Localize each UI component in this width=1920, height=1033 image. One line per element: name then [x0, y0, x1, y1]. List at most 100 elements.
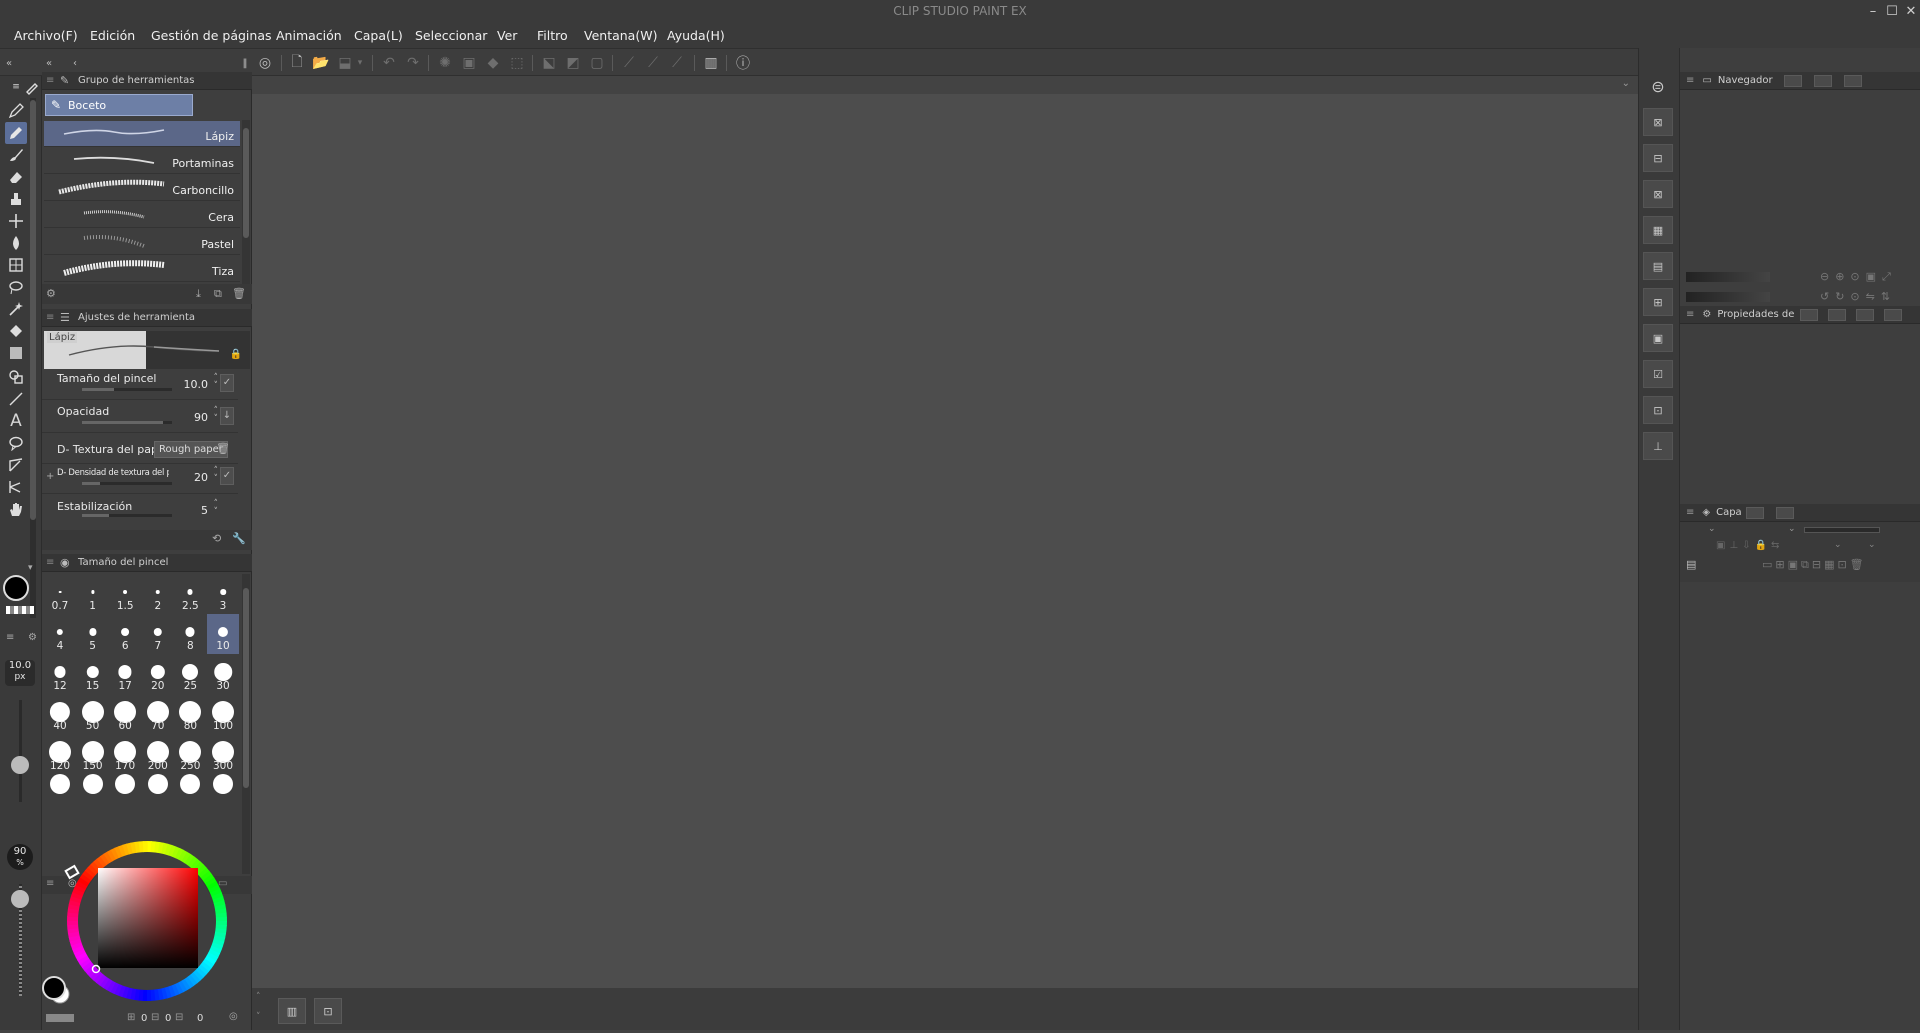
- brush-size-cell[interactable]: 200: [142, 734, 174, 774]
- brush-tool-icon[interactable]: [5, 144, 27, 166]
- brush-size-cell[interactable]: 40: [44, 694, 76, 734]
- wrench-icon[interactable]: 🔧: [232, 532, 246, 545]
- layer-lock-controls[interactable]: ▣⊥⇩🔒⇆: [1716, 540, 1783, 551]
- brush-size-cell[interactable]: 70: [142, 694, 174, 734]
- setting-value[interactable]: 90: [194, 411, 208, 424]
- menu-ventana[interactable]: Ventana(W): [584, 28, 657, 43]
- chevron-down-icon[interactable]: ⌄: [1834, 540, 1842, 550]
- brush-size-cell[interactable]: 1.5: [109, 574, 141, 614]
- brush-size-cell[interactable]: 120: [44, 734, 76, 774]
- brush-size-cell[interactable]: 80: [174, 694, 206, 734]
- info-tab-icon[interactable]: [1814, 75, 1832, 87]
- rotate-slider[interactable]: [1686, 292, 1770, 302]
- color-mode-icon[interactable]: ⊟: [175, 1012, 183, 1023]
- color-mode-icon[interactable]: ⊟: [151, 1012, 159, 1023]
- subtool-item-portaminas[interactable]: Portaminas: [44, 148, 240, 174]
- brush-size-slider-track[interactable]: [19, 700, 22, 802]
- chevron-down-icon[interactable]: ⌄: [1622, 78, 1630, 89]
- navigator-preview[interactable]: [1680, 90, 1920, 262]
- setting-slider[interactable]: [82, 421, 172, 424]
- properties-panel-header[interactable]: ≡ ⚙ Propiedades de: [1680, 306, 1920, 324]
- layer-list-toggle-icon[interactable]: ▤: [1686, 558, 1696, 571]
- subtool-item-cera[interactable]: Cera: [44, 202, 240, 228]
- line-tool-icon[interactable]: [5, 388, 27, 410]
- brush-size-cell[interactable]: 6: [109, 614, 141, 654]
- main-color-swatch[interactable]: [42, 976, 66, 1000]
- eraser-tool-icon[interactable]: [5, 166, 27, 188]
- subtool-group-tab[interactable]: ✎ Boceto: [45, 94, 193, 116]
- undo-icon[interactable]: ↶: [378, 49, 400, 77]
- brush-size-dot-icon[interactable]: [213, 774, 233, 794]
- spinner-icon[interactable]: ˄ ˅: [214, 467, 219, 484]
- show-selection-icon[interactable]: ▢: [586, 49, 608, 77]
- trash-icon[interactable]: 🗑: [216, 442, 230, 455]
- page-layout-button[interactable]: ▥: [278, 998, 306, 1024]
- page-icon[interactable]: ⊟: [1643, 144, 1673, 172]
- book-icon[interactable]: ▥: [700, 49, 722, 77]
- reset-icon[interactable]: ⟲: [212, 532, 221, 545]
- brush-size-cell[interactable]: 300: [207, 734, 239, 774]
- pressure-toggle-icon[interactable]: ✓: [220, 467, 234, 485]
- brush-size-cell[interactable]: 170: [109, 734, 141, 774]
- palette-menu-icon[interactable]: ≡: [6, 632, 14, 643]
- help-icon[interactable]: ⓘ: [732, 49, 754, 77]
- search-icon[interactable]: ⊜: [1643, 72, 1673, 100]
- subtool-item-lapiz[interactable]: Lápiz: [44, 121, 240, 147]
- opacity-slider-handle[interactable]: [11, 890, 29, 908]
- blend-tool-icon[interactable]: [5, 188, 27, 210]
- redo-icon[interactable]: ↷: [402, 49, 424, 77]
- menu-edicion[interactable]: Edición: [90, 28, 135, 43]
- spinner-icon[interactable]: ˄ ˅: [214, 500, 219, 517]
- save-icon[interactable]: ⬓: [334, 49, 356, 77]
- brush-size-slider-handle[interactable]: [11, 756, 29, 774]
- invert-selection-icon[interactable]: ◩: [562, 49, 584, 77]
- snap-special-ruler-icon[interactable]: ⟋: [642, 49, 664, 77]
- panel-menu-icon[interactable]: ≡: [1686, 507, 1694, 518]
- menu-ver[interactable]: Ver: [497, 28, 517, 43]
- collapse-left-icon[interactable]: «: [2, 49, 16, 77]
- brush-size-cell[interactable]: 8: [174, 614, 206, 654]
- fit-view-button[interactable]: ⊡: [314, 998, 342, 1024]
- menu-animacion[interactable]: Animación: [276, 28, 342, 43]
- maximize-button[interactable]: ☐: [1883, 0, 1901, 24]
- panel-menu-icon[interactable]: ≡: [1686, 75, 1694, 86]
- new-file-icon[interactable]: 🗋: [286, 49, 308, 77]
- panel-menu-icon[interactable]: ≡: [46, 554, 56, 572]
- page-settings-icon[interactable]: ▤: [1643, 252, 1673, 280]
- close-button[interactable]: ✕: [1902, 0, 1920, 24]
- layer-action-icons[interactable]: ▭⊞▣⧉⊟▦⊡🗑: [1762, 558, 1867, 572]
- page-template-icon[interactable]: ▣: [1643, 324, 1673, 352]
- text-tool-icon[interactable]: A: [5, 410, 27, 432]
- chevron-down-icon[interactable]: ⌄: [1868, 540, 1876, 550]
- setting-brush-size[interactable]: Tamaño del pincel 10.0 ˄ ˅ ✓: [42, 368, 238, 400]
- subtool-item-pastel[interactable]: Pastel: [44, 229, 240, 255]
- drop-tool-icon[interactable]: [5, 232, 27, 254]
- material-tab-icon[interactable]: [1884, 309, 1902, 321]
- subtool-settings-icon[interactable]: ⚙: [46, 287, 56, 300]
- setting-value[interactable]: 5: [201, 504, 208, 517]
- color-wheel-toggle-icon[interactable]: ◎: [229, 1011, 238, 1022]
- brush-size-cell[interactable]: 4: [44, 614, 76, 654]
- snap-grid-icon[interactable]: ⟋: [666, 49, 688, 77]
- ruler-tool-icon[interactable]: [5, 454, 27, 476]
- brush-size-cell[interactable]: 3: [207, 574, 239, 614]
- brush-size-panel-header[interactable]: ≡ ◉ Tamaño del pincel: [42, 554, 252, 572]
- menu-archivo[interactable]: Archivo(F): [14, 28, 78, 43]
- brush-size-cell[interactable]: 50: [77, 694, 109, 734]
- chevron-up-icon[interactable]: ˄: [256, 992, 261, 1002]
- menu-capa[interactable]: Capa(L): [354, 28, 403, 43]
- operation-tool-icon[interactable]: [5, 476, 27, 498]
- spinner-icon[interactable]: ˄ ˅: [214, 374, 219, 391]
- snap-ruler-icon[interactable]: ⟋: [618, 49, 640, 77]
- brush-size-cell[interactable]: 10: [207, 614, 239, 654]
- scroll-down-icon[interactable]: ▾: [28, 563, 33, 573]
- clear-outside-icon[interactable]: ▣: [458, 49, 480, 77]
- menu-gestion-paginas[interactable]: Gestión de páginas: [151, 28, 272, 43]
- brush-size-dot-icon[interactable]: [180, 774, 201, 794]
- pressure-toggle-icon[interactable]: ↓: [220, 407, 234, 425]
- zoom-slider[interactable]: [1686, 272, 1770, 282]
- open-file-icon[interactable]: 📂: [310, 49, 332, 77]
- brush-size-cell[interactable]: 1: [77, 574, 109, 614]
- menu-seleccionar[interactable]: Seleccionar: [415, 28, 487, 43]
- brush-size-cell[interactable]: 100: [207, 694, 239, 734]
